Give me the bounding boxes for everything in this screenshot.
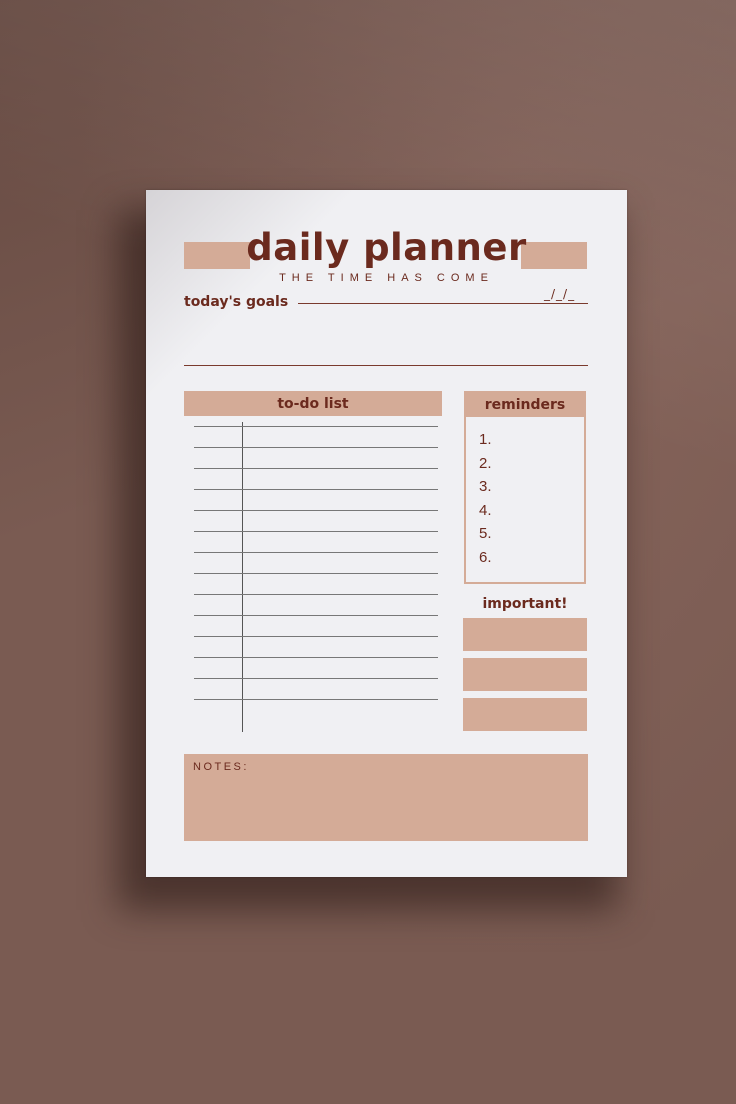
notes-label: NOTES: — [193, 761, 249, 773]
goals-line-1[interactable] — [298, 303, 588, 304]
planner-subtitle: THE TIME HAS COME — [279, 272, 494, 284]
todo-header: to-do list — [184, 391, 442, 416]
important-box-2[interactable] — [463, 658, 587, 691]
reminder-item[interactable]: 3. — [479, 478, 584, 502]
todo-row-line[interactable] — [194, 531, 438, 532]
reminder-item[interactable]: 1. — [479, 431, 584, 455]
todo-row-line[interactable] — [194, 678, 438, 679]
todo-row-line[interactable] — [194, 594, 438, 595]
reminder-item[interactable]: 6. — [479, 549, 584, 573]
date-field[interactable]: _/_/_ — [544, 287, 575, 301]
todo-list[interactable] — [194, 422, 438, 734]
important-box-1[interactable] — [463, 618, 587, 651]
todo-row-line[interactable] — [194, 552, 438, 553]
reminders-list: 1. 2. 3. 4. 5. 6. — [466, 417, 584, 573]
todo-row-line[interactable] — [194, 636, 438, 637]
goals-label: today's goals — [184, 294, 289, 310]
todo-row-line[interactable] — [194, 510, 438, 511]
todo-row-line[interactable] — [194, 426, 438, 427]
todo-row-line[interactable] — [194, 615, 438, 616]
important-box-3[interactable] — [463, 698, 587, 731]
todo-row-line[interactable] — [194, 447, 438, 448]
important-label: important! — [482, 596, 568, 612]
reminders-header: reminders — [466, 393, 584, 417]
todo-row-line[interactable] — [194, 489, 438, 490]
notes-box[interactable]: NOTES: — [184, 754, 588, 841]
todo-row-line[interactable] — [194, 573, 438, 574]
todo-row-line[interactable] — [194, 699, 438, 700]
planner-title: daily planner — [246, 226, 527, 269]
reminder-item[interactable]: 4. — [479, 502, 584, 526]
reminder-item[interactable]: 2. — [479, 455, 584, 479]
reminders-box: reminders 1. 2. 3. 4. 5. 6. — [464, 391, 586, 584]
todo-row-line[interactable] — [194, 657, 438, 658]
goals-line-2[interactable] — [184, 365, 588, 366]
reminder-item[interactable]: 5. — [479, 525, 584, 549]
planner-sheet: daily planner THE TIME HAS COME today's … — [146, 190, 627, 877]
todo-row-line[interactable] — [194, 468, 438, 469]
